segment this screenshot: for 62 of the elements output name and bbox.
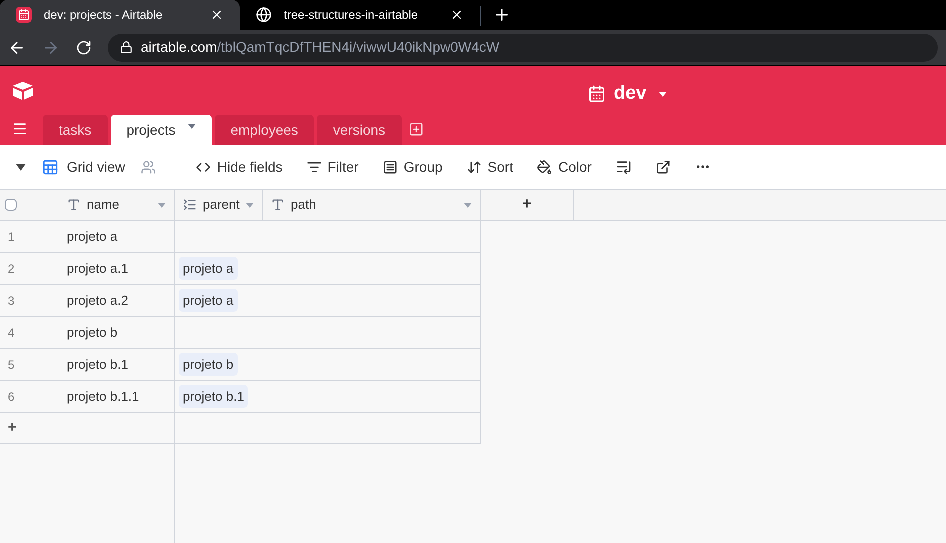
text-field-icon <box>271 198 285 212</box>
calendar-icon <box>588 85 606 104</box>
view-name[interactable]: Grid view <box>67 156 126 178</box>
address-bar[interactable]: airtable.com/tblQamTqcDfTHEN4i/viwwU40ikNpw0W4cW <box>108 34 938 62</box>
tab-title: tree-structures-in-airtable <box>284 7 420 24</box>
linked-record-chip[interactable]: projeto a <box>179 256 238 280</box>
add-row-button[interactable]: + <box>0 413 175 444</box>
group-icon <box>382 160 398 174</box>
row-number: 4 <box>7 324 16 342</box>
table-cell[interactable]: projeto a <box>67 226 118 246</box>
new-tab-icon[interactable] <box>493 6 511 24</box>
sort-icon <box>466 160 482 174</box>
grid-icon <box>42 158 59 176</box>
base-name[interactable]: dev <box>614 80 647 108</box>
add-column-button[interactable]: + <box>481 190 574 220</box>
browser-tab[interactable]: dev: projects - Airtable <box>0 0 240 30</box>
row-height-icon[interactable] <box>616 159 632 175</box>
globe-icon <box>256 7 272 23</box>
toolbar-button[interactable]: Color <box>537 156 592 178</box>
filter-icon <box>306 160 322 174</box>
linked-record-chip[interactable]: projeto b <box>179 352 238 376</box>
row-number: 1 <box>7 228 16 246</box>
url-text: airtable.com/tblQamTqcDfTHEN4i/viwwU40ikNpw0W4cW <box>141 38 500 57</box>
linked-record-chip[interactable]: projeto b.1 <box>179 384 248 408</box>
text-field-icon <box>67 198 81 212</box>
table-cell[interactable]: projeto b.1.1 <box>67 386 140 406</box>
table-tab[interactable]: projects <box>110 115 212 145</box>
close-icon[interactable] <box>450 8 464 22</box>
caret-icon[interactable] <box>16 164 26 170</box>
menu-icon[interactable] <box>12 121 28 137</box>
calendar-icon <box>16 7 32 23</box>
table-cell[interactable]: projeto a.1 <box>67 258 128 278</box>
table-cell[interactable] <box>175 221 481 253</box>
table-cell[interactable]: projeto b <box>67 322 118 342</box>
linked-record-chip[interactable]: projeto a <box>179 288 238 312</box>
link-field-icon <box>183 198 197 212</box>
people-icon[interactable] <box>141 160 156 174</box>
toolbar-button[interactable]: Hide fields <box>196 156 283 178</box>
table-cell[interactable] <box>175 317 481 349</box>
row-number: 5 <box>7 356 16 374</box>
table-tab[interactable]: versions <box>317 115 402 145</box>
close-icon[interactable] <box>210 8 224 22</box>
add-table-icon[interactable] <box>408 122 424 137</box>
toolbar-button[interactable]: Group <box>382 156 443 178</box>
column-header[interactable]: name <box>67 195 174 215</box>
column-header[interactable]: parent <box>175 190 263 220</box>
row-number: 2 <box>7 260 16 278</box>
logo-icon[interactable] <box>12 80 34 100</box>
share-icon[interactable] <box>656 160 671 174</box>
table-tab[interactable]: employees <box>214 115 314 145</box>
row-number: 6 <box>7 388 16 406</box>
row-number: 3 <box>7 292 16 310</box>
table-tab[interactable]: tasks <box>43 115 108 145</box>
reload-icon[interactable] <box>76 40 92 56</box>
toolbar-button[interactable]: Filter <box>306 156 359 178</box>
lock-icon <box>120 41 133 54</box>
tab-title: dev: projects - Airtable <box>44 7 164 24</box>
table-cell[interactable]: projeto a.2 <box>67 290 128 310</box>
table-cell[interactable]: projeto b.1 <box>67 354 128 374</box>
select-all-checkbox[interactable] <box>5 199 17 211</box>
toolbar-button[interactable]: Sort <box>466 156 514 178</box>
column-header[interactable]: path <box>263 190 481 220</box>
